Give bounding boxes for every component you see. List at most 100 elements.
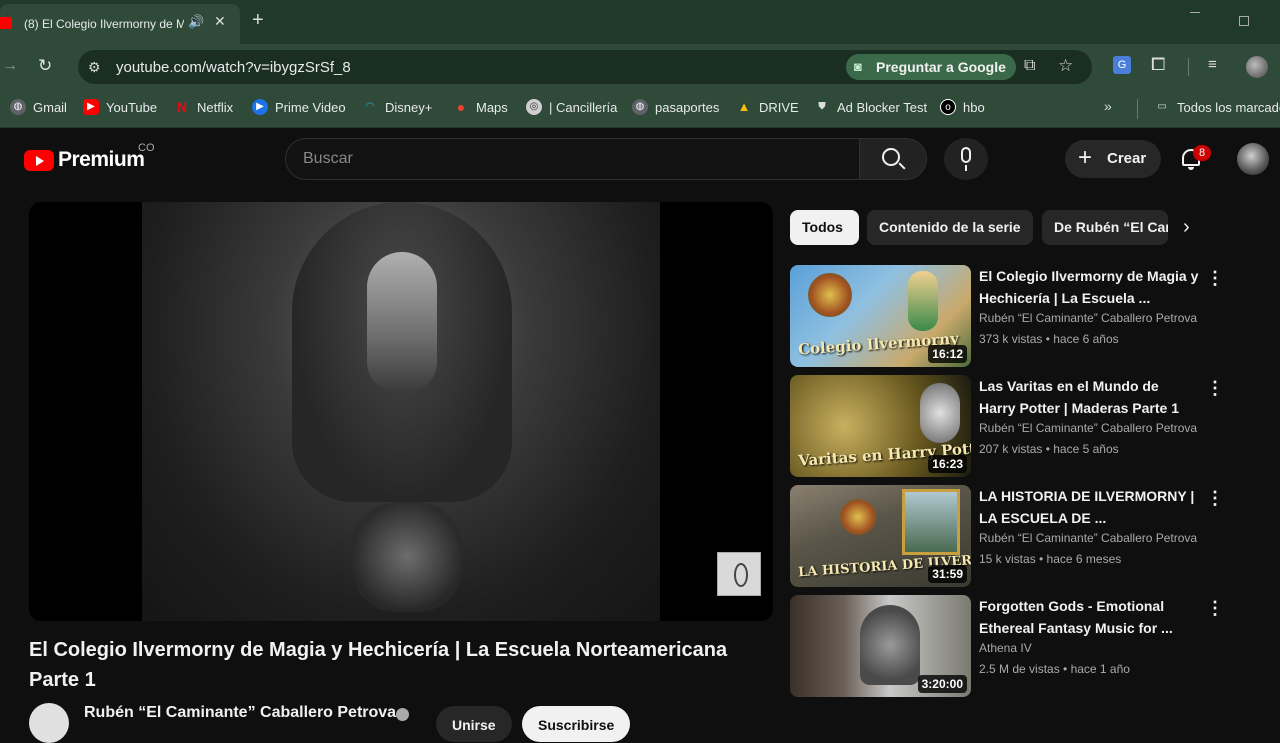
- chip-todos[interactable]: Todos: [790, 210, 859, 245]
- bookmark-prime-video[interactable]: ▶ Prime Video: [252, 99, 346, 115]
- speaker-icon[interactable]: 🔊: [188, 14, 204, 30]
- video-player[interactable]: [29, 202, 773, 621]
- all-bookmarks-folder[interactable]: ▭ Todos los marcadores: [1154, 99, 1280, 115]
- subscribe-button[interactable]: Suscribirse: [522, 706, 630, 742]
- bookmark-ad-blocker-test[interactable]: ⛊ Ad Blocker Test: [814, 99, 927, 115]
- bookmark-drive[interactable]: ▲ DRIVE: [736, 99, 799, 115]
- create-button[interactable]: + Crear: [1065, 140, 1161, 178]
- disney-icon: ◠: [365, 101, 375, 112]
- figure-image: [860, 605, 920, 685]
- figure-hands: [352, 502, 462, 612]
- bookmark-maps[interactable]: ● Maps: [453, 99, 508, 115]
- video-duration: 31:59: [928, 565, 967, 583]
- bookmark-hbo[interactable]: o hbo: [940, 99, 985, 115]
- shield-icon: ⛊: [818, 101, 826, 112]
- channel-name[interactable]: Rubén “El Caminante” Caballero Petrova: [84, 704, 396, 722]
- emblem-image: [840, 499, 876, 535]
- bookmark-star-icon[interactable]: ☆: [1058, 56, 1073, 76]
- recommendation-item[interactable]: LA HISTORIA DE ILVERMOR 31:59 LA HISTORI…: [790, 485, 1240, 587]
- bookmarks-divider: [1137, 99, 1138, 119]
- bookmark-cancilleria[interactable]: ◎ | Cancillería: [526, 99, 617, 115]
- recommendation-channel[interactable]: Rubén “El Caminante” Caballero Petrova: [979, 311, 1223, 325]
- install-app-icon[interactable]: ⧉: [1024, 57, 1035, 75]
- figure-face: [367, 252, 437, 392]
- microphone-icon: [961, 147, 971, 163]
- video-thumbnail[interactable]: 3:20:00: [790, 595, 971, 697]
- ask-google-label: Preguntar a Google: [876, 59, 1006, 75]
- extensions-puzzle-icon[interactable]: ⧠: [1151, 54, 1165, 75]
- ask-google-button[interactable]: ◙ Preguntar a Google: [846, 54, 1016, 80]
- recommendation-title[interactable]: Las Varitas en el Mundo de Harry Potter …: [979, 375, 1199, 419]
- more-bookmarks-icon[interactable]: »: [1104, 98, 1112, 114]
- bookmark-pasaportes[interactable]: ◍ pasaportes: [632, 99, 719, 115]
- minimize-window-icon[interactable]: [1190, 12, 1200, 13]
- search-placeholder: Buscar: [303, 150, 353, 167]
- site-settings-icon[interactable]: ⚙: [88, 59, 101, 76]
- bookmarks-bar: ◍ Gmail ▶ YouTube N Netflix ▶ Prime Video ◠ D…: [0, 90, 1280, 128]
- browser-tab-active[interactable]: (8) El Colegio Ilvermorny de Magia y Hec…: [0, 4, 240, 44]
- video-thumbnail[interactable]: LA HISTORIA DE ILVERMOR 31:59: [790, 485, 971, 587]
- maximize-window-icon[interactable]: [1239, 16, 1249, 26]
- chevron-right-icon[interactable]: ›: [1183, 216, 1190, 239]
- bookmark-gmail[interactable]: ◍ Gmail: [10, 99, 67, 115]
- character-image: [920, 383, 960, 443]
- recommendation-item[interactable]: Colegio Ilvermorny 16:12 El Colegio Ilve…: [790, 265, 1240, 367]
- recommendation-channel[interactable]: Rubén “El Caminante” Caballero Petrova: [979, 421, 1223, 435]
- translate-extension-icon[interactable]: G: [1113, 56, 1131, 74]
- recommendation-channel[interactable]: Rubén “El Caminante” Caballero Petrova: [979, 531, 1223, 545]
- youtube-icon: ▶: [83, 99, 99, 115]
- reload-icon[interactable]: ↻: [38, 56, 52, 76]
- more-options-icon[interactable]: ⋮: [1206, 267, 1224, 289]
- recommendation-channel[interactable]: Athena IV: [979, 641, 1223, 655]
- more-options-icon[interactable]: ⋮: [1206, 487, 1224, 509]
- browser-profile-avatar[interactable]: [1246, 56, 1268, 78]
- account-avatar[interactable]: [1237, 143, 1269, 175]
- video-frame: [142, 202, 660, 621]
- lens-icon: ◙: [854, 59, 862, 74]
- url-text[interactable]: youtube.com/watch?v=ibygzSrSf_8: [116, 59, 351, 76]
- recommendation-title[interactable]: Forgotten Gods - Emotional Ethereal Fant…: [979, 595, 1199, 639]
- recommendation-item[interactable]: Varitas en Harry Potter 16:23 Las Varita…: [790, 375, 1240, 477]
- bookmark-label: pasaportes: [655, 99, 720, 115]
- tab-title: (8) El Colegio Ilvermorny de Magia y Hec…: [24, 17, 184, 31]
- search-icon: [882, 148, 900, 166]
- more-options-icon[interactable]: ⋮: [1206, 377, 1224, 399]
- video-thumbnail[interactable]: Colegio Ilvermorny 16:12: [790, 265, 971, 367]
- video-duration: 16:23: [928, 455, 967, 473]
- bookmark-netflix[interactable]: N Netflix: [174, 99, 233, 115]
- logo-country-code: CO: [138, 142, 155, 154]
- channel-avatar[interactable]: [29, 703, 69, 743]
- close-tab-icon[interactable]: ✕: [214, 13, 226, 30]
- search-button[interactable]: [859, 138, 927, 180]
- search-input[interactable]: Buscar: [285, 138, 860, 180]
- channel-watermark[interactable]: [717, 552, 761, 596]
- netflix-icon: N: [176, 99, 188, 115]
- plus-icon: +: [1078, 144, 1093, 171]
- forward-arrow-icon[interactable]: →: [2, 57, 18, 75]
- join-button[interactable]: Unirse: [436, 706, 512, 742]
- hbo-icon: o: [940, 99, 956, 115]
- video-thumbnail[interactable]: Varitas en Harry Potter 16:23: [790, 375, 971, 477]
- seal-icon: ◎: [526, 99, 542, 115]
- recommendation-item[interactable]: 3:20:00 Forgotten Gods - Emotional Ether…: [790, 595, 1240, 697]
- youtube-premium-logo[interactable]: Premium CO: [24, 142, 155, 172]
- recommendation-title[interactable]: El Colegio Ilvermorny de Magia y Hechice…: [979, 265, 1199, 309]
- bookmark-label: Disney+: [385, 99, 433, 115]
- recommendation-meta: 207 k vistas • hace 5 años: [979, 442, 1119, 456]
- media-control-icon[interactable]: ≡: [1208, 56, 1217, 73]
- emblem-image: [808, 273, 852, 317]
- address-bar[interactable]: ⚙ youtube.com/watch?v=ibygzSrSf_8 ◙ Preg…: [78, 50, 1092, 84]
- chip-from-channel[interactable]: De Rubén “El Caminante”: [1042, 210, 1168, 245]
- recommendation-title[interactable]: LA HISTORIA DE ILVERMORNY | LA ESCUELA D…: [979, 485, 1199, 529]
- bookmark-youtube[interactable]: ▶ YouTube: [83, 99, 157, 115]
- video-duration: 16:12: [928, 345, 967, 363]
- character-image: [908, 271, 938, 331]
- voice-search-button[interactable]: [944, 138, 988, 180]
- recommendation-meta: 2.5 M de vistas • hace 1 año: [979, 662, 1130, 676]
- chip-series-content[interactable]: Contenido de la serie: [867, 210, 1033, 245]
- bookmark-disney[interactable]: ◠ Disney+: [362, 99, 433, 115]
- drive-icon: ▲: [737, 99, 751, 114]
- new-tab-button[interactable]: +: [252, 10, 264, 30]
- more-options-icon[interactable]: ⋮: [1206, 597, 1224, 619]
- all-bookmarks-label: Todos los marcadores: [1177, 99, 1280, 115]
